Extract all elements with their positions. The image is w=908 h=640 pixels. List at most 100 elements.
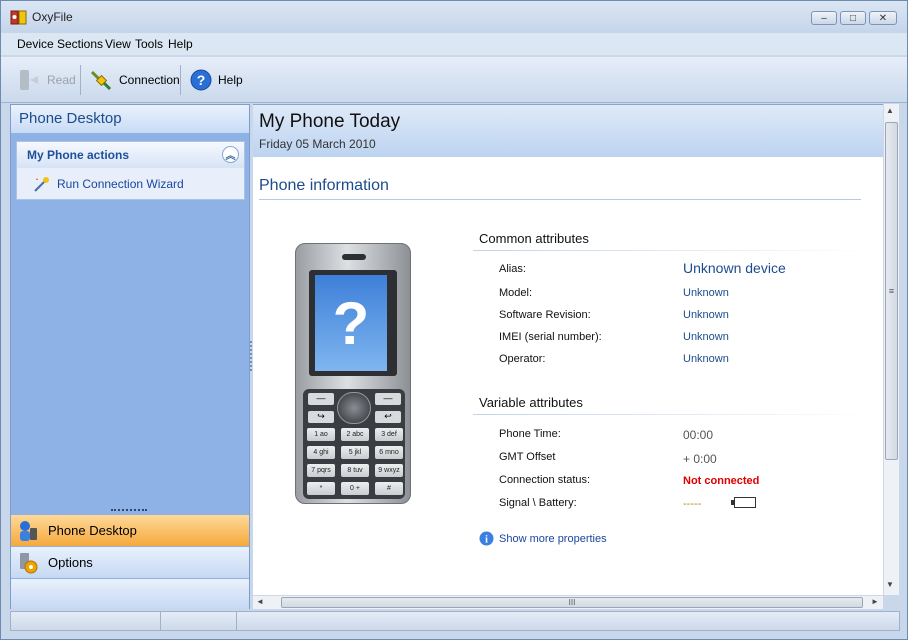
vertical-scrollbar[interactable]: ▲ ≡ ▼: [883, 104, 899, 595]
phone-call-key: ↪: [308, 411, 334, 423]
alias-label: Alias:: [499, 263, 526, 275]
page-date: Friday 05 March 2010: [259, 137, 376, 151]
operator-label: Operator:: [499, 353, 546, 365]
software-revision-label: Software Revision:: [499, 309, 591, 321]
menu-view[interactable]: View: [105, 37, 131, 51]
connection-status-value: Not connected: [683, 475, 760, 487]
scroll-right-arrow-icon[interactable]: ►: [871, 597, 879, 606]
status-segment: [237, 612, 897, 630]
horizontal-scroll-thumb[interactable]: III: [281, 597, 863, 608]
help-icon: ?: [190, 69, 212, 91]
menu-device[interactable]: Device: [17, 37, 54, 51]
imei-label: IMEI (serial number):: [499, 331, 602, 343]
left-pane-header: Phone Desktop: [11, 105, 249, 133]
phone-illustration: ? — — ↪ ↩ 1 ao 2 abc 3 def 4 ghi 5 jkl 6…: [295, 243, 411, 504]
battery-icon: [731, 497, 756, 508]
variable-attributes-divider: [473, 414, 873, 415]
help-label: Help: [218, 73, 243, 87]
show-more-properties-link[interactable]: i Show more properties: [479, 531, 607, 546]
scroll-left-arrow-icon[interactable]: ◄: [256, 597, 264, 606]
section-divider: [259, 199, 861, 200]
gmt-offset-label: GMT Offset: [499, 451, 556, 463]
battery-tip: [731, 500, 734, 505]
read-button[interactable]: Read: [17, 65, 76, 95]
page-title: My Phone Today: [259, 111, 401, 132]
phone-actions-header[interactable]: My Phone actions ︽: [17, 142, 244, 168]
phone-key: 9 wxyz: [375, 464, 403, 477]
common-attributes-divider: [473, 250, 873, 251]
toolbar-separator: [80, 65, 81, 95]
signal-battery-label: Signal \ Battery:: [499, 497, 577, 509]
window-title: OxyFile: [32, 10, 73, 24]
wizard-wand-icon: [34, 177, 49, 192]
connection-plug-icon: [90, 70, 112, 91]
left-pane: Phone Desktop My Phone actions ︽ Run Con…: [10, 104, 250, 609]
show-more-properties-label: Show more properties: [499, 532, 607, 545]
phone-end-key: ↩: [375, 411, 401, 423]
menu-tools[interactable]: Tools: [135, 37, 163, 51]
model-value: Unknown: [683, 287, 729, 299]
pane-resize-grip[interactable]: [111, 509, 147, 513]
phone-nav-joystick: [337, 392, 371, 424]
menu-help[interactable]: Help: [168, 37, 193, 51]
phone-time-value: 00:00: [683, 428, 714, 442]
phone-key: 6 mno: [375, 446, 403, 459]
minimize-button[interactable]: –: [811, 11, 837, 25]
phone-key: 5 jkl: [341, 446, 369, 459]
maximize-button[interactable]: □: [840, 11, 866, 25]
vertical-scroll-thumb[interactable]: ≡: [885, 122, 898, 460]
software-revision-value: Unknown: [683, 309, 729, 321]
connection-status-label: Connection status:: [499, 474, 591, 486]
toolbar-separator: [180, 65, 181, 95]
run-connection-wizard-label: Run Connection Wizard: [57, 177, 184, 191]
phone-key: 8 tuv: [341, 464, 369, 477]
phone-key: 4 ghi: [307, 446, 335, 459]
phone-earpiece: [342, 254, 366, 260]
imei-value: Unknown: [683, 331, 729, 343]
title-bar: OxyFile – □ ✕: [1, 1, 907, 33]
right-pane: My Phone Today Friday 05 March 2010 Phon…: [253, 104, 883, 595]
svg-text:?: ?: [197, 72, 206, 88]
svg-text:i: i: [485, 535, 488, 546]
read-label: Read: [47, 73, 76, 87]
phone-information-title: Phone information: [259, 177, 389, 194]
app-window: OxyFile – □ ✕ Device Sections View Tools…: [0, 0, 908, 640]
operator-value: Unknown: [683, 353, 729, 365]
phone-soft-key-right: —: [375, 393, 401, 405]
close-button[interactable]: ✕: [869, 11, 897, 25]
options-gear-icon: [20, 552, 38, 573]
phone-key: 0 +: [341, 482, 369, 495]
connection-label: Connection: [119, 73, 180, 87]
gmt-offset-value: + 0:00: [683, 452, 717, 466]
phone-desktop-icon: [20, 520, 37, 541]
phone-key: 3 def: [375, 428, 403, 441]
help-button[interactable]: ? Help: [190, 65, 243, 95]
nav-options[interactable]: Options: [11, 547, 249, 578]
phone-screen-question-icon: ?: [315, 275, 387, 371]
run-connection-wizard-link[interactable]: Run Connection Wizard: [17, 168, 244, 200]
collapse-chevron-icon[interactable]: ︽: [222, 146, 239, 163]
nav-empty-slot: [11, 579, 249, 609]
nav-phone-desktop[interactable]: Phone Desktop: [11, 515, 249, 546]
horizontal-scrollbar[interactable]: ◄ III ►: [253, 595, 883, 609]
variable-attributes-title: Variable attributes: [479, 395, 583, 410]
phone-key: 1 ao: [307, 428, 335, 441]
phone-actions-title: My Phone actions: [27, 148, 130, 162]
phone-key: 7 pqrs: [307, 464, 335, 477]
phone-time-label: Phone Time:: [499, 428, 561, 440]
model-label: Model:: [499, 287, 533, 299]
common-attributes-title: Common attributes: [479, 231, 589, 246]
nav-options-label: Options: [48, 555, 93, 570]
alias-value: Unknown device: [683, 260, 786, 276]
menu-sections[interactable]: Sections: [57, 37, 103, 51]
oxyfile-app-icon: [10, 10, 27, 25]
menu-bar: Device Sections View Tools Help: [1, 33, 907, 55]
toolbar: Read Connection ? Help: [1, 57, 907, 103]
info-icon: i: [479, 531, 494, 546]
connection-button[interactable]: Connection: [89, 65, 180, 95]
phone-key: #: [375, 482, 403, 495]
scroll-down-arrow-icon[interactable]: ▼: [886, 580, 894, 589]
scroll-up-arrow-icon[interactable]: ▲: [886, 106, 894, 115]
status-segment: [161, 612, 237, 630]
phone-actions-panel: My Phone actions ︽ Run Connection Wizard: [16, 141, 245, 200]
